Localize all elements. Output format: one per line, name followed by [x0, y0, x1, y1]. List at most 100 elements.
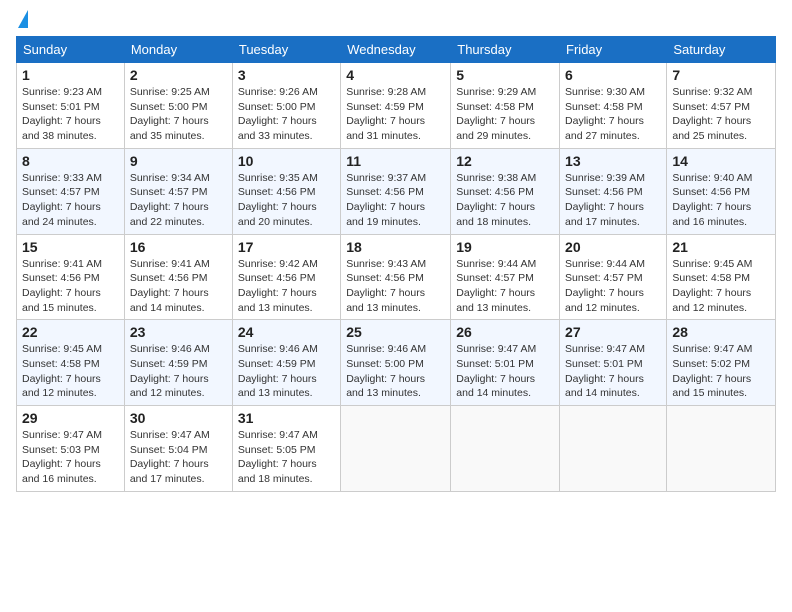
day-info: Sunrise: 9:44 AM Sunset: 4:57 PM Dayligh… — [565, 257, 661, 316]
day-info: Sunrise: 9:43 AM Sunset: 4:56 PM Dayligh… — [346, 257, 445, 316]
calendar-cell: 9 Sunrise: 9:34 AM Sunset: 4:57 PM Dayli… — [124, 148, 232, 234]
weekday-header-friday: Friday — [560, 37, 667, 63]
weekday-header-sunday: Sunday — [17, 37, 125, 63]
day-info: Sunrise: 9:46 AM Sunset: 4:59 PM Dayligh… — [130, 342, 227, 401]
day-number: 24 — [238, 324, 335, 340]
calendar-cell: 24 Sunrise: 9:46 AM Sunset: 4:59 PM Dayl… — [232, 320, 340, 406]
calendar-cell: 6 Sunrise: 9:30 AM Sunset: 4:58 PM Dayli… — [560, 63, 667, 149]
day-number: 6 — [565, 67, 661, 83]
calendar-week-2: 8 Sunrise: 9:33 AM Sunset: 4:57 PM Dayli… — [17, 148, 776, 234]
day-info: Sunrise: 9:44 AM Sunset: 4:57 PM Dayligh… — [456, 257, 554, 316]
day-info: Sunrise: 9:26 AM Sunset: 5:00 PM Dayligh… — [238, 85, 335, 144]
calendar-week-4: 22 Sunrise: 9:45 AM Sunset: 4:58 PM Dayl… — [17, 320, 776, 406]
day-number: 26 — [456, 324, 554, 340]
day-info: Sunrise: 9:41 AM Sunset: 4:56 PM Dayligh… — [22, 257, 119, 316]
day-number: 20 — [565, 239, 661, 255]
calendar-cell: 26 Sunrise: 9:47 AM Sunset: 5:01 PM Dayl… — [451, 320, 560, 406]
day-number: 13 — [565, 153, 661, 169]
day-info: Sunrise: 9:25 AM Sunset: 5:00 PM Dayligh… — [130, 85, 227, 144]
calendar-cell: 15 Sunrise: 9:41 AM Sunset: 4:56 PM Dayl… — [17, 234, 125, 320]
calendar-cell: 17 Sunrise: 9:42 AM Sunset: 4:56 PM Dayl… — [232, 234, 340, 320]
day-number: 12 — [456, 153, 554, 169]
day-info: Sunrise: 9:47 AM Sunset: 5:01 PM Dayligh… — [565, 342, 661, 401]
day-number: 1 — [22, 67, 119, 83]
calendar-body: 1 Sunrise: 9:23 AM Sunset: 5:01 PM Dayli… — [17, 63, 776, 492]
day-number: 18 — [346, 239, 445, 255]
day-number: 17 — [238, 239, 335, 255]
weekday-header-monday: Monday — [124, 37, 232, 63]
calendar-cell: 13 Sunrise: 9:39 AM Sunset: 4:56 PM Dayl… — [560, 148, 667, 234]
calendar-cell: 19 Sunrise: 9:44 AM Sunset: 4:57 PM Dayl… — [451, 234, 560, 320]
calendar-cell: 20 Sunrise: 9:44 AM Sunset: 4:57 PM Dayl… — [560, 234, 667, 320]
day-number: 15 — [22, 239, 119, 255]
weekday-header-wednesday: Wednesday — [341, 37, 451, 63]
day-number: 14 — [672, 153, 770, 169]
day-number: 5 — [456, 67, 554, 83]
calendar-cell: 29 Sunrise: 9:47 AM Sunset: 5:03 PM Dayl… — [17, 406, 125, 492]
calendar-cell: 11 Sunrise: 9:37 AM Sunset: 4:56 PM Dayl… — [341, 148, 451, 234]
day-number: 28 — [672, 324, 770, 340]
day-number: 10 — [238, 153, 335, 169]
weekday-header-tuesday: Tuesday — [232, 37, 340, 63]
day-info: Sunrise: 9:42 AM Sunset: 4:56 PM Dayligh… — [238, 257, 335, 316]
day-number: 9 — [130, 153, 227, 169]
day-number: 31 — [238, 410, 335, 426]
day-number: 27 — [565, 324, 661, 340]
day-info: Sunrise: 9:47 AM Sunset: 5:04 PM Dayligh… — [130, 428, 227, 487]
day-info: Sunrise: 9:40 AM Sunset: 4:56 PM Dayligh… — [672, 171, 770, 230]
logo-icon — [18, 10, 28, 28]
day-info: Sunrise: 9:34 AM Sunset: 4:57 PM Dayligh… — [130, 171, 227, 230]
page-header — [16, 10, 776, 28]
day-info: Sunrise: 9:30 AM Sunset: 4:58 PM Dayligh… — [565, 85, 661, 144]
calendar-page: SundayMondayTuesdayWednesdayThursdayFrid… — [0, 0, 792, 612]
day-number: 21 — [672, 239, 770, 255]
calendar-cell: 30 Sunrise: 9:47 AM Sunset: 5:04 PM Dayl… — [124, 406, 232, 492]
day-number: 2 — [130, 67, 227, 83]
day-number: 30 — [130, 410, 227, 426]
day-number: 19 — [456, 239, 554, 255]
calendar-cell: 28 Sunrise: 9:47 AM Sunset: 5:02 PM Dayl… — [667, 320, 776, 406]
calendar-cell: 12 Sunrise: 9:38 AM Sunset: 4:56 PM Dayl… — [451, 148, 560, 234]
calendar-week-1: 1 Sunrise: 9:23 AM Sunset: 5:01 PM Dayli… — [17, 63, 776, 149]
day-info: Sunrise: 9:39 AM Sunset: 4:56 PM Dayligh… — [565, 171, 661, 230]
day-info: Sunrise: 9:38 AM Sunset: 4:56 PM Dayligh… — [456, 171, 554, 230]
calendar-week-5: 29 Sunrise: 9:47 AM Sunset: 5:03 PM Dayl… — [17, 406, 776, 492]
day-info: Sunrise: 9:45 AM Sunset: 4:58 PM Dayligh… — [672, 257, 770, 316]
day-info: Sunrise: 9:37 AM Sunset: 4:56 PM Dayligh… — [346, 171, 445, 230]
day-info: Sunrise: 9:32 AM Sunset: 4:57 PM Dayligh… — [672, 85, 770, 144]
day-number: 7 — [672, 67, 770, 83]
calendar-cell: 1 Sunrise: 9:23 AM Sunset: 5:01 PM Dayli… — [17, 63, 125, 149]
day-number: 3 — [238, 67, 335, 83]
calendar-cell: 4 Sunrise: 9:28 AM Sunset: 4:59 PM Dayli… — [341, 63, 451, 149]
calendar-cell: 23 Sunrise: 9:46 AM Sunset: 4:59 PM Dayl… — [124, 320, 232, 406]
day-info: Sunrise: 9:47 AM Sunset: 5:01 PM Dayligh… — [456, 342, 554, 401]
day-number: 4 — [346, 67, 445, 83]
calendar-cell: 2 Sunrise: 9:25 AM Sunset: 5:00 PM Dayli… — [124, 63, 232, 149]
day-number: 23 — [130, 324, 227, 340]
calendar-cell — [667, 406, 776, 492]
weekday-header-thursday: Thursday — [451, 37, 560, 63]
weekday-header-saturday: Saturday — [667, 37, 776, 63]
day-number: 11 — [346, 153, 445, 169]
day-info: Sunrise: 9:23 AM Sunset: 5:01 PM Dayligh… — [22, 85, 119, 144]
calendar-week-3: 15 Sunrise: 9:41 AM Sunset: 4:56 PM Dayl… — [17, 234, 776, 320]
calendar-cell: 22 Sunrise: 9:45 AM Sunset: 4:58 PM Dayl… — [17, 320, 125, 406]
calendar-cell: 21 Sunrise: 9:45 AM Sunset: 4:58 PM Dayl… — [667, 234, 776, 320]
day-info: Sunrise: 9:47 AM Sunset: 5:05 PM Dayligh… — [238, 428, 335, 487]
day-info: Sunrise: 9:46 AM Sunset: 5:00 PM Dayligh… — [346, 342, 445, 401]
calendar-cell: 18 Sunrise: 9:43 AM Sunset: 4:56 PM Dayl… — [341, 234, 451, 320]
day-number: 22 — [22, 324, 119, 340]
calendar-cell: 31 Sunrise: 9:47 AM Sunset: 5:05 PM Dayl… — [232, 406, 340, 492]
day-info: Sunrise: 9:28 AM Sunset: 4:59 PM Dayligh… — [346, 85, 445, 144]
day-number: 8 — [22, 153, 119, 169]
calendar-cell — [341, 406, 451, 492]
day-info: Sunrise: 9:33 AM Sunset: 4:57 PM Dayligh… — [22, 171, 119, 230]
day-number: 16 — [130, 239, 227, 255]
day-number: 29 — [22, 410, 119, 426]
day-info: Sunrise: 9:46 AM Sunset: 4:59 PM Dayligh… — [238, 342, 335, 401]
day-info: Sunrise: 9:29 AM Sunset: 4:58 PM Dayligh… — [456, 85, 554, 144]
calendar-table: SundayMondayTuesdayWednesdayThursdayFrid… — [16, 36, 776, 492]
day-info: Sunrise: 9:35 AM Sunset: 4:56 PM Dayligh… — [238, 171, 335, 230]
calendar-cell: 16 Sunrise: 9:41 AM Sunset: 4:56 PM Dayl… — [124, 234, 232, 320]
calendar-header-row: SundayMondayTuesdayWednesdayThursdayFrid… — [17, 37, 776, 63]
